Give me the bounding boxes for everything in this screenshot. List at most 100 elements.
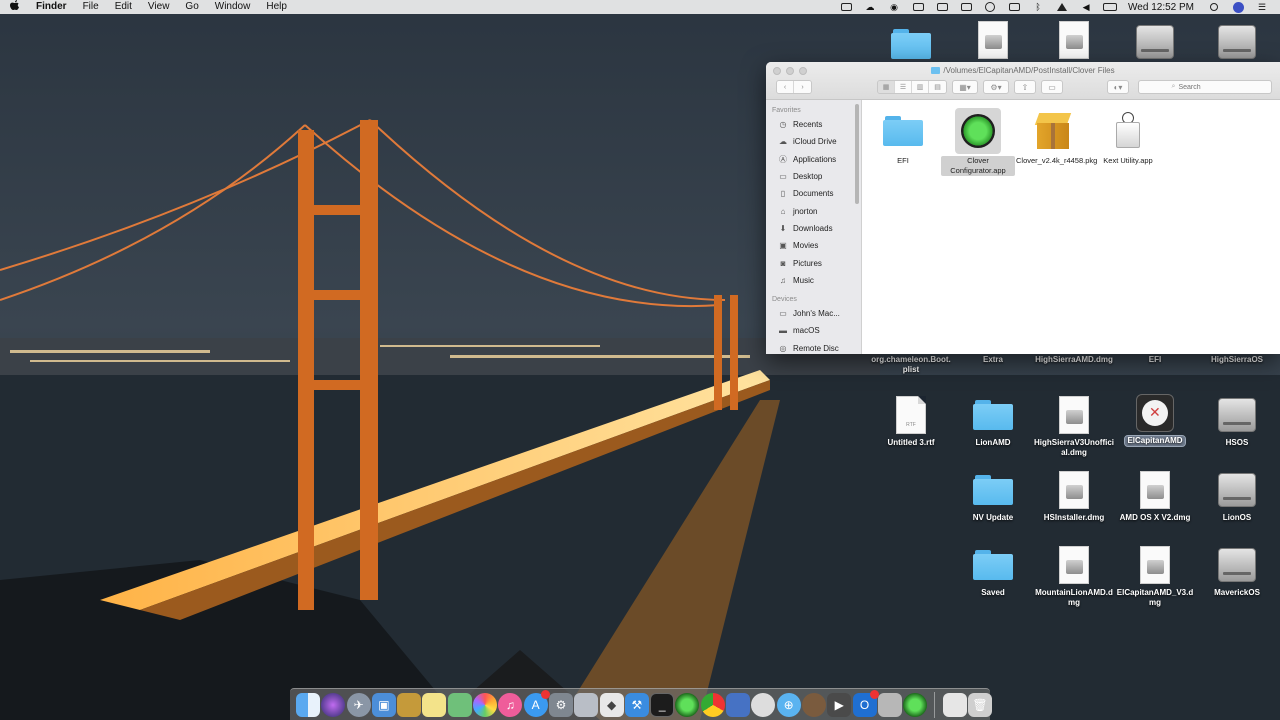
stickies-icon[interactable]	[422, 692, 447, 717]
menu-edit[interactable]: Edit	[107, 0, 140, 14]
eye-icon[interactable]: ◉	[887, 2, 901, 12]
colors-icon[interactable]	[751, 692, 776, 717]
file-item-clover-configurator[interactable]: Clover Configurator.app	[941, 108, 1015, 176]
potato-icon[interactable]	[801, 692, 826, 717]
safari-icon[interactable]: ⊕	[776, 692, 801, 717]
desktop-icon-drive-top-1[interactable]	[1114, 22, 1196, 62]
desktop-icon-hsinstaller-dmg[interactable]: HSInstaller.dmg	[1033, 470, 1115, 523]
photos-icon[interactable]	[473, 692, 498, 717]
icon-view-button[interactable]: ▦	[878, 81, 895, 93]
forward-button[interactable]: ›	[794, 81, 811, 93]
arrange-button[interactable]: ▦▾	[952, 80, 978, 94]
menu-view[interactable]: View	[140, 0, 178, 14]
desktop-icon-mountainlion-dmg[interactable]: MountainLionAMD.dmg	[1033, 545, 1115, 608]
system-preferences-icon[interactable]: ⚙	[548, 692, 573, 717]
sidebar-item-johns-mac[interactable]: ▭ John's Mac...	[766, 305, 861, 322]
desktop-icon-saved[interactable]: Saved	[952, 545, 1034, 598]
sidebar-item-downloads[interactable]: ⬇ Downloads	[766, 220, 861, 237]
finder-icon[interactable]	[296, 692, 320, 717]
bookmark-icon[interactable]	[726, 692, 751, 717]
sidebar-item-applications[interactable]: Ⓐ Applications	[766, 151, 861, 168]
sidebar-item-remote-disc[interactable]: ◎ Remote Disc	[766, 340, 861, 354]
battery-icon[interactable]	[1103, 2, 1118, 12]
desktop-icon-chameleon-plist[interactable]: org.chameleon.Boot.plist	[870, 352, 952, 375]
chrome-icon[interactable]	[700, 692, 725, 717]
menubar-clock[interactable]: Wed 12:52 PM	[1128, 2, 1194, 13]
clover-configurator-icon[interactable]	[903, 692, 928, 717]
notification-center-icon[interactable]: ☰	[1255, 2, 1269, 12]
preview-icon[interactable]: ▣	[371, 692, 396, 717]
installer-icon[interactable]	[877, 692, 902, 717]
sidebar-item-music[interactable]: ♫ Music	[766, 272, 861, 289]
dropbox-button[interactable]: ◐▾	[1107, 80, 1129, 94]
outlook-icon[interactable]: O	[852, 689, 879, 717]
desktop-icon-elcapitanamd[interactable]: ElCapitanAMD	[1114, 393, 1196, 447]
file-item-efi[interactable]: EFI	[866, 108, 940, 166]
sidebar-item-pictures[interactable]: ◙ Pictures	[766, 254, 861, 271]
volume-icon[interactable]: ◀	[1079, 2, 1093, 12]
desktop-icon-elcapitan-v3-dmg[interactable]: ElCapitanAMD_V3.dmg	[1114, 545, 1196, 608]
desktop-icon-untitled-rtf[interactable]: RTF Untitled 3.rtf	[870, 395, 952, 448]
desktop-icon-folder-top[interactable]	[870, 24, 952, 64]
menu-help[interactable]: Help	[258, 0, 295, 14]
sidebar-item-jnorton[interactable]: ⌂ jnorton	[766, 202, 861, 219]
search-input[interactable]	[1178, 83, 1239, 91]
desktop-icon-highsierrav3-dmg[interactable]: HighSierraV3Unofficial.dmg	[1033, 395, 1115, 458]
trash-icon[interactable]: 🗑	[968, 692, 993, 717]
sidebar-item-recents[interactable]: ◷ Recents	[766, 116, 861, 133]
spotlight-icon[interactable]	[1207, 2, 1221, 12]
desktop-icon-dmg-top-2[interactable]	[1033, 20, 1115, 60]
desktop-icon-drive-top-2[interactable]	[1196, 22, 1278, 62]
keyboard-icon[interactable]	[1007, 2, 1021, 12]
apple-menu[interactable]	[0, 0, 30, 14]
itunes-icon[interactable]: ♫	[498, 692, 523, 717]
siri-icon[interactable]	[1231, 1, 1245, 13]
desktop-icon-dmg-top-1[interactable]	[952, 20, 1034, 60]
sidebar-item-icloud-drive[interactable]: ☁ iCloud Drive	[766, 133, 861, 150]
time-machine-icon[interactable]	[983, 2, 997, 12]
bird-icon[interactable]: ◆	[599, 692, 624, 717]
app-store-icon[interactable]: A	[523, 689, 550, 717]
tags-button[interactable]: ▭	[1041, 80, 1063, 94]
sidebar-item-desktop[interactable]: ▭ Desktop	[766, 168, 861, 185]
launchpad-icon[interactable]: ✈	[346, 692, 371, 717]
desktop-icon-nv-update[interactable]: NV Update	[952, 470, 1034, 523]
desktop-icon-maverickos[interactable]: MaverickOS	[1196, 545, 1278, 598]
monitor-icon[interactable]	[959, 2, 973, 12]
app-menu-finder[interactable]: Finder	[30, 0, 75, 14]
notes-icon[interactable]	[397, 692, 422, 717]
display-icon[interactable]	[911, 2, 925, 12]
downloads-stack-icon[interactable]	[942, 692, 967, 717]
video-editor-icon[interactable]: ▶	[827, 692, 852, 717]
gallery-view-button[interactable]: ▤	[929, 81, 946, 93]
action-button[interactable]: ⚙▾	[983, 80, 1009, 94]
terminal-icon[interactable]: _	[650, 692, 675, 717]
cloud-icon[interactable]: ☁	[863, 2, 877, 12]
desktop-icon-lionos[interactable]: LionOS	[1196, 470, 1278, 523]
file-item-clover-pkg[interactable]: Clover_v2.4k_r4458.pkg	[1016, 108, 1097, 166]
screen-icon[interactable]	[935, 2, 949, 12]
back-button[interactable]: ‹	[777, 81, 794, 93]
clover-icon[interactable]	[675, 692, 700, 717]
column-view-button[interactable]: ▥	[912, 81, 929, 93]
menu-go[interactable]: Go	[177, 0, 206, 14]
finder-content-area[interactable]: EFI Clover Configurator.app Clover_v2.4k…	[862, 100, 1280, 354]
menu-window[interactable]: Window	[207, 0, 259, 14]
finder-titlebar[interactable]: /Volumes/ElCapitanAMD/PostInstall/Clover…	[766, 62, 1280, 100]
file-item-kext-utility[interactable]: Kext Utility.app	[1091, 108, 1165, 166]
siri-icon[interactable]	[321, 692, 346, 717]
wifi-icon[interactable]	[1055, 2, 1069, 12]
airplay-icon[interactable]	[839, 2, 853, 12]
desktop-icon-lionamd[interactable]: LionAMD	[952, 395, 1034, 448]
list-view-button[interactable]: ☰	[895, 81, 912, 93]
sidebar-item-movies[interactable]: ▣ Movies	[766, 237, 861, 254]
bluetooth-icon[interactable]: ᛒ	[1031, 2, 1045, 12]
maps-icon[interactable]	[447, 692, 472, 717]
sidebar-item-documents[interactable]: ▯ Documents	[766, 185, 861, 202]
disk-utility-icon[interactable]	[574, 692, 599, 717]
sidebar-scrollbar[interactable]	[855, 104, 859, 204]
xcode-icon[interactable]: ⚒	[624, 692, 649, 717]
desktop-icon-hsos[interactable]: HSOS	[1196, 395, 1278, 448]
menu-file[interactable]: File	[75, 0, 107, 14]
sidebar-item-macos[interactable]: ▬ macOS	[766, 322, 861, 339]
